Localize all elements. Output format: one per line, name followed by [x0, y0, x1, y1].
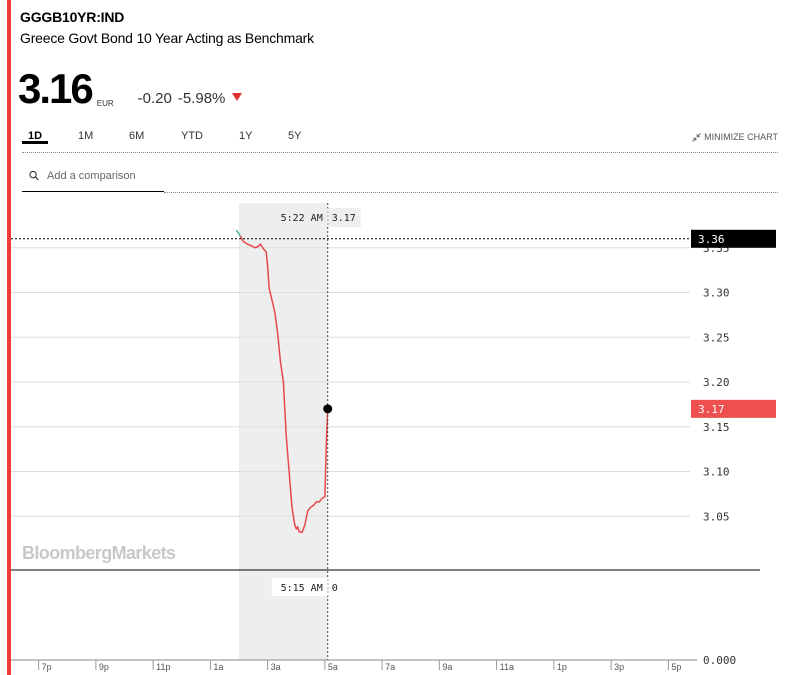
crosshair-dot	[323, 404, 333, 414]
bloomberg-watermark: BloombergMarkets	[22, 543, 176, 563]
chart-gridlines	[11, 247, 690, 517]
x-tick-label: 1p	[557, 662, 567, 672]
x-axis-ticks: 7p 9p 11p 1a 3a 5a 7a 9a 11a 1p 3p 5p	[11, 659, 697, 672]
volume-value-label: 0	[332, 583, 338, 594]
x-tick-label: 11p	[156, 662, 170, 672]
x-tick-label: 5a	[328, 662, 338, 672]
x-tick-label: 9p	[99, 662, 109, 672]
x-tick-label: 9a	[442, 662, 452, 672]
crosshair-value-label: 3.17	[332, 213, 356, 224]
x-tick-label: 3p	[614, 662, 624, 672]
y-axis-ticks: 3.353.303.253.203.153.103.050.000	[703, 242, 736, 667]
y-tick-label: 3.25	[703, 331, 730, 344]
volume-time-label: 5:15 AM	[281, 583, 323, 594]
y-tick-label: 3.05	[703, 510, 730, 523]
x-tick-label: 7a	[385, 662, 395, 672]
x-tick-label: 5p	[671, 662, 681, 672]
last-value-label: 3.17	[698, 403, 725, 416]
price-chart[interactable]: BloombergMarkets 3.353.303.253.203.153.1…	[0, 0, 800, 675]
volume-axis-label: 0.000	[703, 654, 736, 667]
prev-close-label: 3.36	[698, 233, 725, 246]
x-tick-label: 11a	[500, 662, 514, 672]
y-tick-label: 3.30	[703, 287, 730, 300]
chart-overlays: 3.36 3.17 5:22 AM 3.17 5:15 AM 0	[11, 203, 776, 660]
y-tick-label: 3.20	[703, 376, 730, 389]
x-tick-label: 7p	[42, 662, 52, 672]
x-tick-label: 1a	[213, 662, 223, 672]
x-tick-label: 3a	[271, 662, 281, 672]
crosshair-time-label: 5:22 AM	[281, 213, 323, 224]
y-tick-label: 3.10	[703, 466, 730, 479]
y-tick-label: 3.15	[703, 421, 730, 434]
